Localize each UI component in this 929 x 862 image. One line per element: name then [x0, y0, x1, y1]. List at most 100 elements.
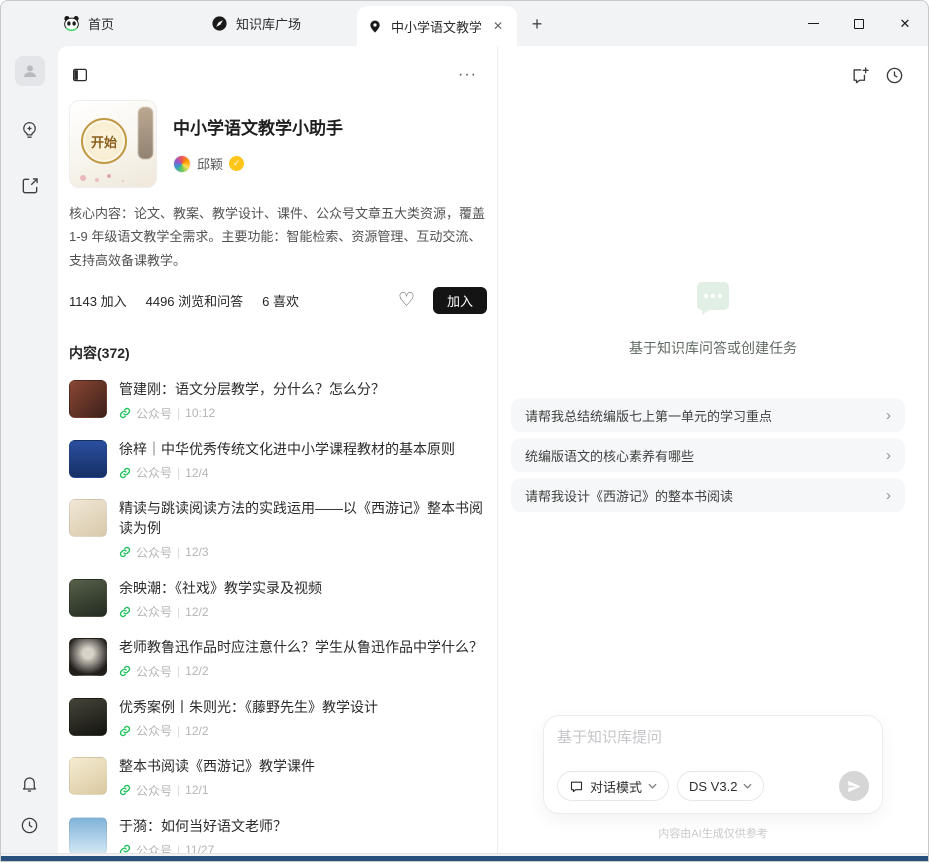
tab-plaza-label: 知识库广场	[236, 14, 301, 33]
dialog-mode-icon	[569, 779, 584, 794]
window-controls: ✕	[790, 1, 928, 46]
ask-input[interactable]	[557, 729, 869, 746]
link-icon	[119, 784, 131, 796]
article-row[interactable]: 老师教鲁迅作品时应注意什么？学生从鲁迅作品中学什么？ 公众号|12/2	[69, 638, 487, 680]
location-pin-icon	[367, 18, 383, 34]
panda-logo-icon	[63, 15, 80, 32]
article-row[interactable]: 整本书阅读《西游记》教学课件 公众号|12/1	[69, 757, 487, 799]
ask-input-card: 对话模式 DS V3.2	[543, 715, 883, 814]
tab-close-icon[interactable]: ✕	[489, 17, 507, 35]
tab-knowledge-plaza[interactable]: 知识库广场	[211, 1, 301, 46]
maximize-button[interactable]	[836, 1, 882, 46]
tab-current-kb[interactable]: 中小学语文教学 ✕	[357, 6, 517, 46]
compose-button[interactable]	[18, 174, 42, 198]
kb-author-row[interactable]: 邱颖 ✓	[173, 154, 343, 173]
chat-history-button[interactable]	[885, 66, 904, 85]
bell-icon	[20, 774, 39, 793]
article-row[interactable]: 管建刚：语文分层教学，分什么？怎么分？ 公众号|10:12	[69, 380, 487, 422]
user-avatar[interactable]	[15, 56, 45, 86]
ai-disclaimer: 内容由AI生成仅供参考	[498, 825, 928, 841]
kb-title: 中小学语文教学小助手	[173, 114, 343, 139]
link-icon	[119, 725, 131, 737]
article-row[interactable]: 余映潮：《社戏》教学实录及视频 公众号|12/2	[69, 579, 487, 621]
more-menu-button[interactable]: ···	[454, 68, 481, 82]
stat-likes: 6 喜欢	[262, 291, 299, 310]
notifications-button[interactable]	[18, 771, 42, 795]
discover-button[interactable]	[18, 118, 42, 142]
edit-share-icon	[20, 176, 40, 196]
tab-home-label: 首页	[88, 14, 114, 33]
like-heart-icon[interactable]: ♡	[392, 289, 421, 312]
cover-seal-badge: 开始	[81, 118, 127, 164]
history-clock-icon	[885, 66, 904, 85]
article-thumbnail	[69, 757, 107, 795]
chevron-right-icon: ›	[886, 447, 891, 464]
article-thumbnail	[69, 440, 107, 478]
chevron-right-icon: ›	[886, 487, 891, 504]
send-plane-icon	[847, 779, 862, 794]
chevron-right-icon: ›	[886, 407, 891, 424]
window-bottom-edge	[1, 853, 928, 861]
left-rail	[1, 46, 58, 853]
kb-panel: ··· 开始 中小学语文教学小助手 邱颖 ✓	[58, 46, 498, 853]
suggestion-item[interactable]: 请帮我设计《西游记》的整本书阅读 ›	[511, 478, 905, 512]
maximize-icon	[854, 19, 864, 29]
minimize-icon	[808, 23, 819, 24]
model-selector[interactable]: DS V3.2	[677, 771, 764, 801]
compass-icon	[211, 15, 228, 32]
kb-stats-row: 1143 加入 4496 浏览和问答 6 喜欢 ♡ 加入	[69, 287, 487, 314]
tab-home[interactable]: 首页	[63, 1, 114, 46]
kb-cover-image: 开始	[69, 100, 157, 188]
stat-members: 1143 加入	[69, 291, 127, 310]
content-count-header: 内容(372)	[69, 343, 487, 363]
close-button[interactable]: ✕	[882, 1, 928, 46]
history-button[interactable]	[18, 813, 42, 837]
author-name: 邱颖	[197, 154, 223, 173]
new-chat-icon	[851, 66, 870, 85]
suggestion-item[interactable]: 统编版语文的核心素养有哪些 ›	[511, 438, 905, 472]
caret-down-icon	[743, 783, 752, 789]
idea-bulb-icon	[19, 120, 40, 141]
link-icon	[119, 606, 131, 618]
article-row[interactable]: 于漪：如何当好语文老师？ 公众号|11/27	[69, 817, 487, 853]
article-thumbnail	[69, 579, 107, 617]
new-tab-button[interactable]: +	[526, 13, 548, 35]
chat-empty-state: 基于知识库问答或创建任务	[498, 278, 928, 358]
chat-empty-text: 基于知识库问答或创建任务	[629, 338, 797, 358]
article-list: 管建刚：语文分层教学，分什么？怎么分？ 公众号|10:12 徐梓｜中华优秀传统文…	[69, 380, 487, 853]
cover-flowers	[80, 175, 86, 181]
chat-panel: 基于知识库问答或创建任务 请帮我总结统编版七上第一单元的学习重点 › 统编版语文…	[498, 46, 928, 853]
caret-down-icon	[648, 783, 657, 789]
suggestion-item[interactable]: 请帮我总结统编版七上第一单元的学习重点 ›	[511, 398, 905, 432]
new-chat-button[interactable]	[851, 66, 870, 85]
article-thumbnail	[69, 638, 107, 676]
link-icon	[119, 844, 131, 853]
kb-description: 核心内容：论文、教案、教学设计、课件、公众号文章五大类资源，覆盖 1-9 年级语…	[69, 202, 487, 272]
tab-current-kb-label: 中小学语文教学	[391, 17, 481, 36]
article-row[interactable]: 精读与跳读阅读方法的实践运用——以《西游记》整本书阅读为例 公众号|12/3	[69, 499, 487, 560]
cover-painting-figure	[138, 107, 153, 159]
join-button[interactable]: 加入	[433, 287, 487, 314]
article-thumbnail	[69, 817, 107, 853]
article-thumbnail	[69, 698, 107, 736]
kb-card: 开始 中小学语文教学小助手 邱颖 ✓	[69, 100, 487, 188]
stat-views: 4496 浏览和问答	[146, 291, 244, 310]
link-icon	[119, 665, 131, 677]
author-avatar	[173, 155, 191, 173]
clock-icon	[20, 816, 39, 835]
suggestion-list: 请帮我总结统编版七上第一单元的学习重点 › 统编版语文的核心素养有哪些 › 请帮…	[498, 398, 928, 518]
minimize-button[interactable]	[790, 1, 836, 46]
app-window: 首页 知识库广场 中小学语文教学 ✕ +	[0, 0, 929, 862]
chat-bubble-icon	[693, 278, 733, 318]
send-button[interactable]	[839, 771, 869, 801]
article-thumbnail	[69, 499, 107, 537]
link-icon	[119, 467, 131, 479]
article-row[interactable]: 优秀案例丨朱则光：《藤野先生》教学设计 公众号|12/2	[69, 698, 487, 740]
chat-mode-selector[interactable]: 对话模式	[557, 771, 669, 801]
person-icon	[21, 62, 39, 80]
article-row[interactable]: 徐梓｜中华优秀传统文化进中小学课程教材的基本原则 公众号|12/4	[69, 440, 487, 482]
collapse-panel-button[interactable]	[71, 66, 89, 84]
sidebar-toggle-icon	[71, 66, 89, 84]
verified-badge-icon: ✓	[229, 156, 244, 171]
titlebar: 首页 知识库广场 中小学语文教学 ✕ +	[1, 1, 928, 46]
